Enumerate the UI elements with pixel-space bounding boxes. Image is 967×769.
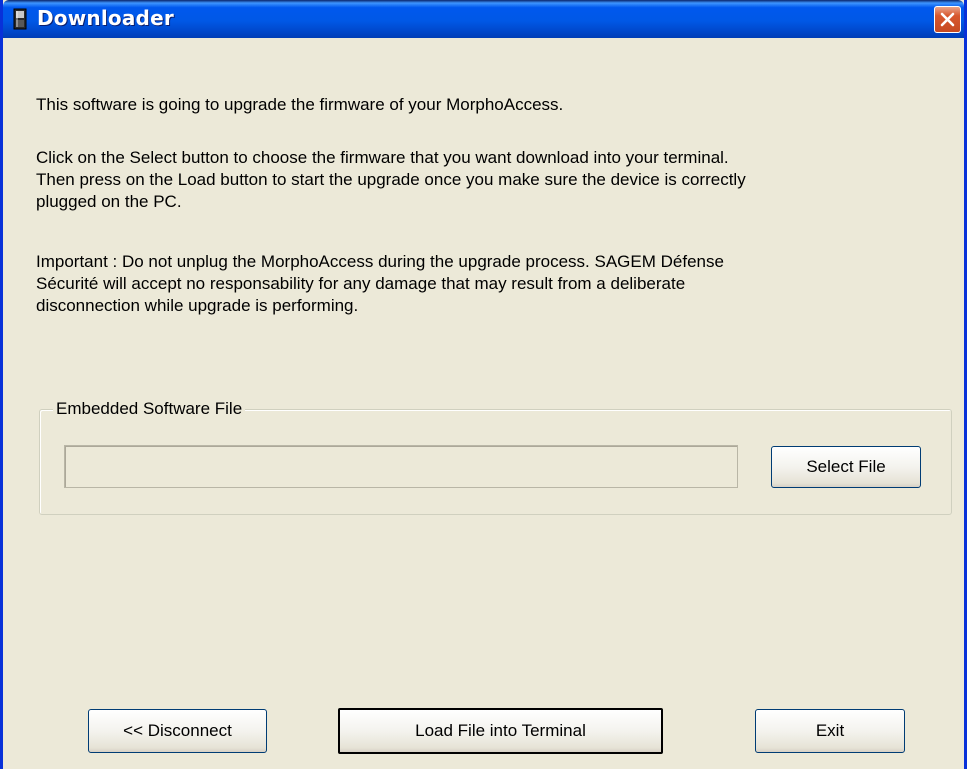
exit-label: Exit [815,721,845,740]
intro-text: This software is going to upgrade the fi… [36,95,564,114]
warning-line: disconnection while upgrade is performin… [36,296,359,315]
device-icon [13,8,27,30]
disconnect-button[interactable]: << Disconnect [88,709,267,753]
load-file-label: Load File into Terminal [415,721,586,740]
close-button[interactable] [934,6,961,33]
disconnect-label: << Disconnect [123,721,232,740]
instructions-text: Click on the Select button to choose the… [36,147,936,213]
group-label: Embedded Software File [53,398,246,420]
window-title: Downloader [37,6,174,30]
warning-text: Important : Do not unplug the MorphoAcce… [36,251,936,317]
instructions-line: Then press on the Load button to start t… [36,170,746,189]
select-file-label: Select File [806,457,886,476]
downloader-window: Downloader This software is going to upg… [0,0,967,769]
close-icon [940,12,955,27]
warning-line: Important : Do not unplug the MorphoAcce… [36,252,724,271]
warning-line: Sécurité will accept no responsability f… [36,274,686,293]
instructions-line: Click on the Select button to choose the… [36,148,729,167]
instructions-line: plugged on the PC. [36,192,182,211]
file-path-field[interactable] [64,445,738,488]
select-file-button[interactable]: Select File [771,446,921,488]
exit-button[interactable]: Exit [755,709,905,753]
load-file-button[interactable]: Load File into Terminal [338,708,663,754]
title-bar[interactable]: Downloader [3,0,964,38]
